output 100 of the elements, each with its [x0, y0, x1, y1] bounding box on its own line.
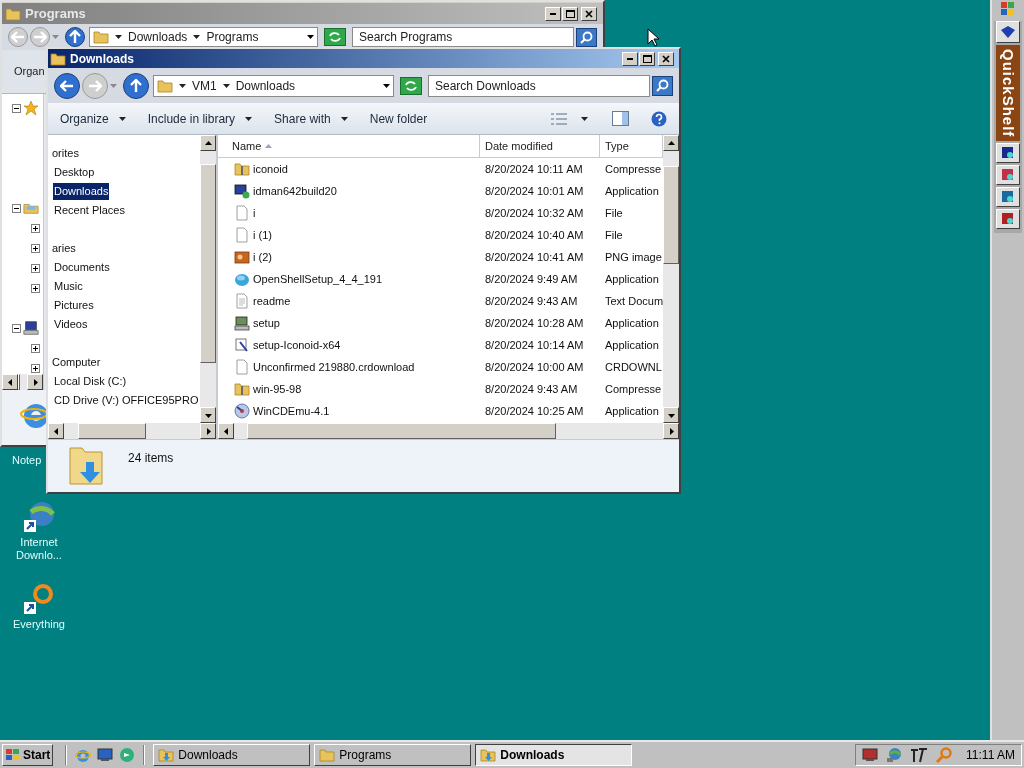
vertical-scrollbar[interactable]	[663, 135, 679, 423]
expand-icon[interactable]	[31, 363, 40, 373]
file-row[interactable]: win-95-98 8/20/2024 9:43 AM Compresse	[218, 378, 663, 400]
file-row[interactable]: idman642build20 8/20/2024 10:01 AM Application	[218, 180, 663, 202]
file-row[interactable]: WinCDEmu-4.1 8/20/2024 10:25 AM Application	[218, 400, 663, 422]
taskbar-button[interactable]: Downloads	[153, 744, 311, 766]
collapse-icon[interactable]	[12, 103, 21, 113]
expand-icon[interactable]	[31, 263, 40, 273]
maximize-button[interactable]	[562, 6, 578, 21]
breadcrumb[interactable]: VM1	[192, 76, 217, 95]
expand-icon[interactable]	[31, 283, 40, 293]
nav-item[interactable]: Recent Places	[53, 202, 126, 219]
search-field[interactable]: Search Downloads	[428, 74, 650, 97]
refresh-button[interactable]	[324, 28, 346, 46]
right-arrow-icon	[33, 31, 47, 43]
command-button[interactable]: Organize	[60, 109, 126, 128]
title-bar[interactable]: Downloads	[48, 49, 679, 68]
file-row[interactable]: i 8/20/2024 10:32 AM File	[218, 202, 663, 224]
file-row[interactable]: i (2) 8/20/2024 10:41 AM PNG image	[218, 246, 663, 268]
shelf-button[interactable]	[996, 187, 1020, 208]
forward-button[interactable]	[30, 27, 50, 47]
desktop-icon-label[interactable]: Notep	[12, 454, 42, 467]
address-bar[interactable]: Downloads Programs	[89, 27, 318, 47]
command-button[interactable]: Include in library	[147, 109, 253, 128]
shelf-button[interactable]	[996, 143, 1020, 164]
nav-heading[interactable]: aries	[51, 240, 77, 257]
nav-item[interactable]: Pictures	[53, 297, 95, 314]
nav-item[interactable]: Desktop	[53, 164, 96, 181]
nav-item[interactable]: CD Drive (V:) OFFICE95PRO	[53, 392, 200, 409]
breadcrumb[interactable]: Programs	[206, 28, 259, 46]
shelf-button[interactable]	[996, 21, 1020, 43]
taskbar-button[interactable]: Downloads	[475, 744, 633, 766]
file-row[interactable]: i (1) 8/20/2024 10:40 AM File	[218, 224, 663, 246]
scroll-down-icon[interactable]	[204, 411, 212, 419]
breadcrumb[interactable]: Downloads	[235, 76, 296, 95]
scroll-down-icon[interactable]	[667, 411, 675, 419]
close-button[interactable]	[581, 6, 597, 21]
scroll-right-icon[interactable]	[204, 427, 212, 435]
address-bar[interactable]: VM1 Downloads	[153, 74, 394, 97]
preview-pane-button[interactable]	[612, 111, 629, 126]
search-field[interactable]: Search Programs	[352, 27, 574, 47]
nav-item[interactable]: Downloads	[53, 183, 110, 200]
desktop-icon[interactable]	[97, 748, 114, 762]
search-button[interactable]	[576, 27, 597, 47]
shelf-button[interactable]	[996, 165, 1020, 186]
taskbar-button[interactable]: Programs	[314, 744, 472, 766]
collapse-icon[interactable]	[12, 323, 21, 333]
scroll-up-icon[interactable]	[204, 139, 212, 147]
file-row[interactable]: readme 8/20/2024 9:43 AM Text Docum	[218, 290, 663, 312]
scroll-left-icon[interactable]	[52, 427, 60, 435]
desktop-icon-label[interactable]: Internet Downlo...	[11, 536, 67, 562]
scroll-right-icon[interactable]	[31, 378, 39, 386]
scroll-up-icon[interactable]	[667, 139, 675, 147]
expand-icon[interactable]	[31, 223, 40, 233]
scroll-left-icon[interactable]	[6, 378, 14, 386]
desktop-icon-label[interactable]: Everything	[11, 618, 67, 631]
refresh-button[interactable]	[400, 76, 422, 95]
vertical-scrollbar[interactable]	[200, 135, 216, 423]
command-button[interactable]: New folder	[369, 109, 428, 128]
back-button[interactable]	[54, 72, 80, 99]
tool-icon[interactable]	[910, 747, 929, 763]
help-button[interactable]	[651, 110, 667, 127]
horizontal-scrollbar[interactable]	[218, 423, 679, 439]
expand-icon[interactable]	[31, 243, 40, 253]
minimize-button[interactable]	[545, 6, 561, 21]
horizontal-scrollbar[interactable]	[48, 423, 216, 439]
nav-item[interactable]: Videos	[53, 316, 89, 333]
file-row[interactable]: iconoid 8/20/2024 10:11 AM Compresse	[218, 158, 663, 180]
file-row[interactable]: OpenShellSetup_4_4_191 8/20/2024 9:49 AM Application	[218, 268, 663, 290]
media-player-icon[interactable]	[119, 747, 136, 763]
computer-icon	[234, 315, 250, 331]
column-header[interactable]: Date modified	[480, 135, 600, 157]
nav-item[interactable]: Music	[53, 278, 84, 295]
nav-item[interactable]: Documents	[53, 259, 111, 276]
breadcrumb[interactable]: Downloads	[128, 28, 188, 46]
command-button[interactable]: Share with	[274, 109, 348, 128]
collapse-icon[interactable]	[12, 203, 21, 213]
scroll-right-icon[interactable]	[667, 427, 675, 435]
up-button[interactable]	[65, 27, 85, 47]
monitor-icon[interactable]	[862, 748, 879, 762]
up-button[interactable]	[123, 72, 149, 99]
toolbar-button[interactable]: Organ	[14, 63, 45, 80]
close-button[interactable]	[658, 51, 674, 66]
column-header[interactable]: Name	[218, 135, 480, 157]
horizontal-scrollbar[interactable]	[2, 374, 43, 390]
nav-item[interactable]: Local Disk (C:)	[53, 373, 128, 390]
expand-icon[interactable]	[31, 343, 40, 353]
search-button[interactable]	[652, 75, 673, 96]
scroll-left-icon[interactable]	[222, 427, 230, 435]
shelf-button[interactable]	[996, 209, 1020, 230]
minimize-button[interactable]	[622, 51, 638, 66]
start-button[interactable]: Start	[2, 744, 54, 766]
windows-logo-icon[interactable]	[1001, 2, 1015, 16]
view-options-button[interactable]	[551, 112, 588, 125]
file-row[interactable]: setup-Iconoid-x64 8/20/2024 10:14 AM Application	[218, 334, 663, 356]
file-row[interactable]: setup 8/20/2024 10:28 AM Application	[218, 312, 663, 334]
nav-heading[interactable]: orites	[51, 145, 80, 162]
nav-heading[interactable]: Computer	[51, 354, 102, 371]
maximize-button[interactable]	[639, 51, 655, 66]
file-row[interactable]: Unconfirmed 219880.crdownload 8/20/2024 10:00 AM CRDOWNL	[218, 356, 663, 378]
